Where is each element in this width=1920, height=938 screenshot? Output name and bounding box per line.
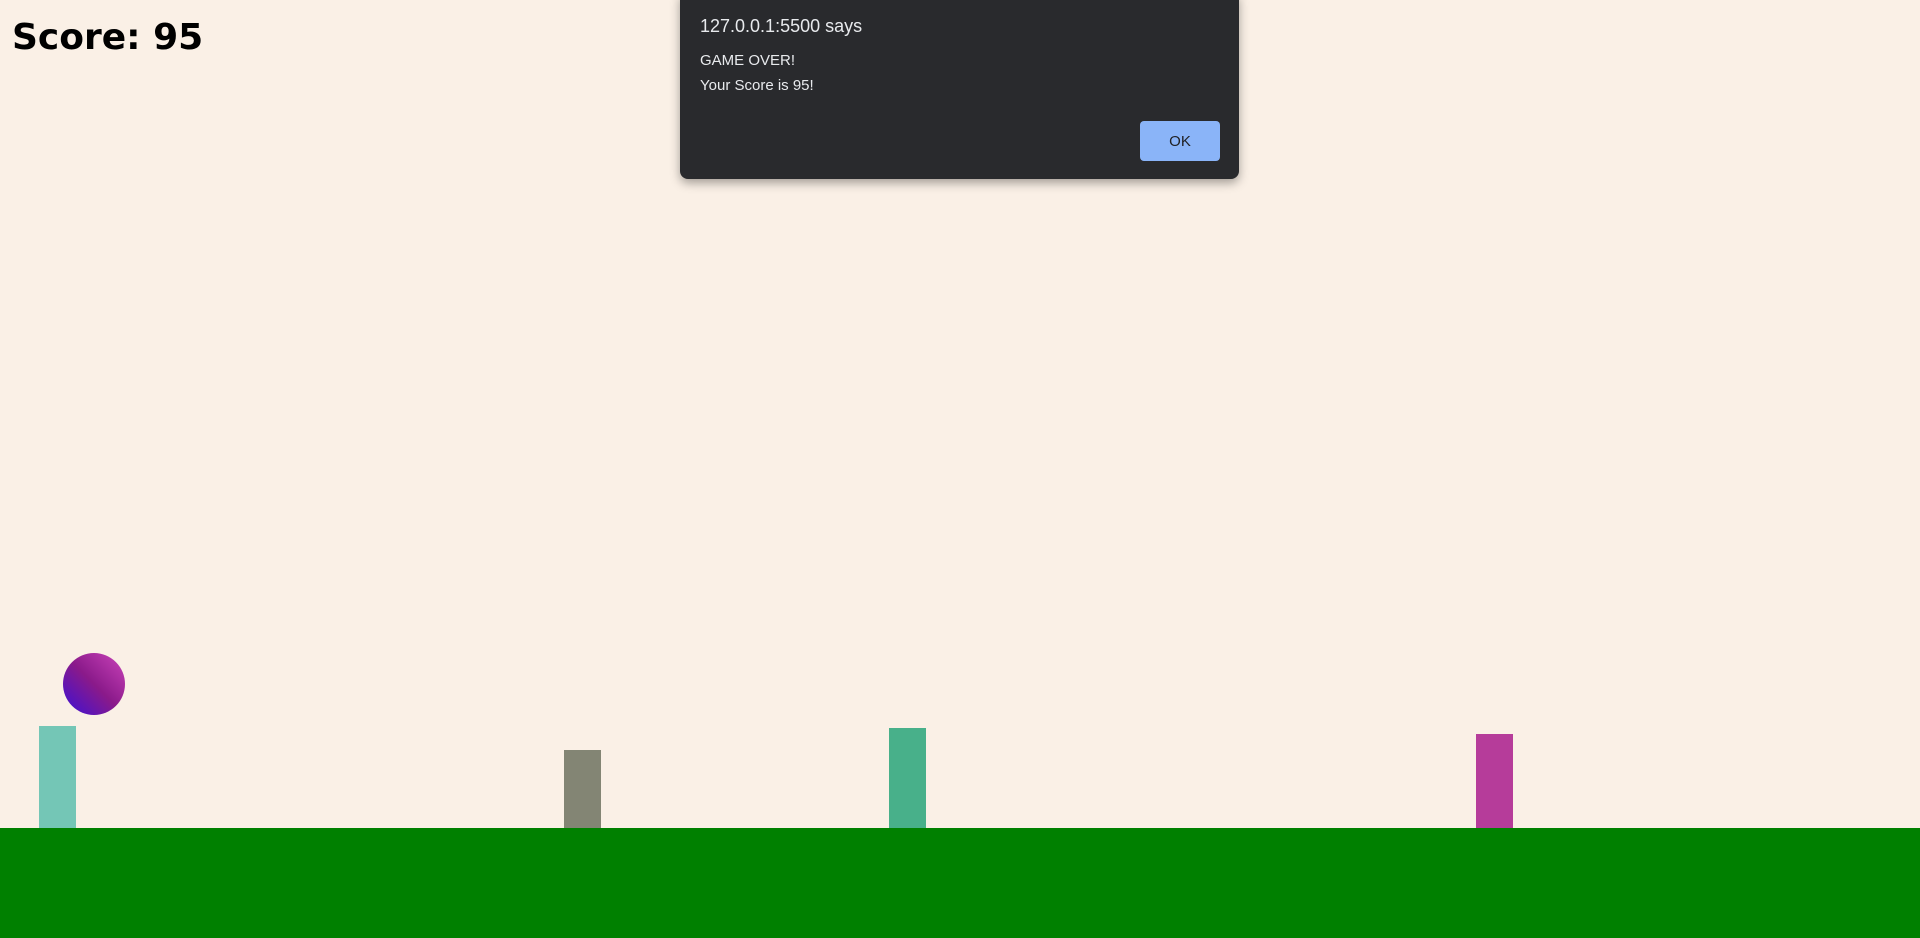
player-ball (63, 653, 125, 715)
alert-dialog: 127.0.0.1:5500 says GAME OVER! Your Scor… (680, 0, 1239, 179)
obstacle-pillar (889, 728, 926, 828)
dialog-message-line: Your Score is 95! (700, 77, 814, 94)
dialog-origin-title: 127.0.0.1:5500 says (700, 16, 863, 36)
dialog-message-line: GAME OVER! (700, 52, 796, 69)
obstacle-pillar (564, 750, 601, 828)
ground (0, 828, 1920, 938)
obstacle-pillar (39, 726, 76, 828)
ok-button[interactable]: OK (1140, 121, 1220, 161)
game-canvas[interactable]: Score: 95 127.0.0.1:5500 says GAME OVER!… (0, 0, 1920, 938)
score-label: Score: 95 (12, 17, 204, 58)
obstacle-pillar (1476, 734, 1513, 828)
